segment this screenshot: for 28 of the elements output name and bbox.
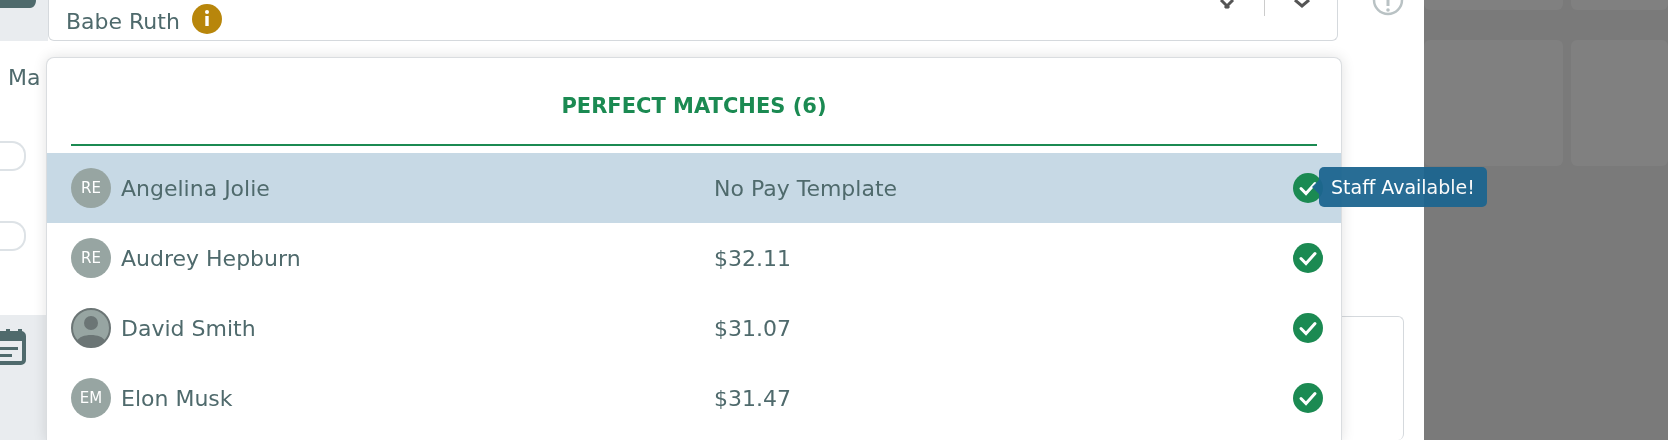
avatar-initials: RE [71, 238, 111, 278]
calendar-icon [0, 329, 26, 365]
pay-rate: No Pay Template [714, 175, 899, 201]
avatar-initials: EM [71, 378, 111, 418]
info-icon[interactable] [191, 4, 222, 34]
check-circle-icon [1293, 243, 1323, 273]
staff-select-field[interactable]: Babe Ruth [48, 0, 1338, 41]
staff-option[interactable]: David Smith $31.07 [47, 293, 1341, 363]
field-label: Ma [8, 65, 42, 91]
staff-name: Elon Musk [121, 385, 233, 411]
staff-option[interactable]: RE Audrey Hepburn $32.11 [47, 223, 1341, 293]
help-icon[interactable] [1372, 0, 1404, 16]
pay-rate: $31.07 [714, 315, 792, 341]
staff-name: Audrey Hepburn [121, 245, 301, 271]
staff-name: David Smith [121, 315, 256, 341]
check-circle-icon [1293, 313, 1323, 343]
staff-option[interactable]: EM Elon Musk $31.47 [47, 363, 1341, 433]
check-circle-icon [1293, 383, 1323, 413]
toggle-switch[interactable] [0, 141, 26, 171]
tooltip: Staff Available! [1312, 167, 1487, 207]
pay-rate: $32.11 [714, 245, 792, 271]
avatar-initials: RE [71, 168, 111, 208]
chevron-down-icon[interactable] [1294, 0, 1310, 8]
dropdown-heading: PERFECT MATCHES (6) [71, 58, 1317, 146]
toggle-switch[interactable] [0, 221, 26, 251]
pay-rate: $31.47 [714, 385, 792, 411]
staff-name: Angelina Jolie [121, 175, 270, 201]
avatar-silhouette-icon [71, 308, 111, 348]
